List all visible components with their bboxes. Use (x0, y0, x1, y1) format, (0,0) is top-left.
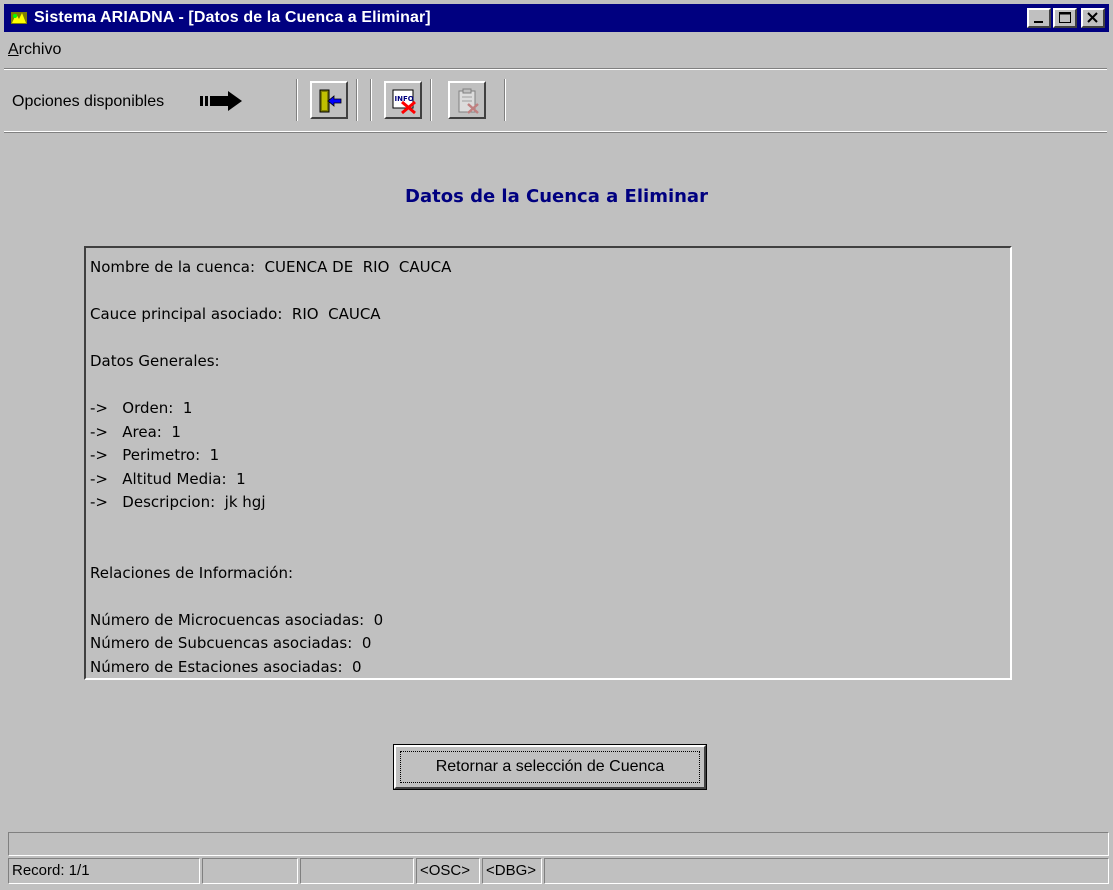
menu-bar: Archivo (4, 36, 1109, 64)
svg-text:INFO: INFO (395, 95, 414, 103)
details-line: Cauce principal asociado: RIO CAUCA (90, 305, 381, 323)
toolbar-separator (296, 79, 298, 121)
clipboard-delete-button[interactable] (448, 81, 486, 119)
status-dbg: <DBG> (482, 858, 542, 884)
details-blank-line (90, 585, 1006, 609)
details-line: -> Descripcion: jk hgj (90, 493, 266, 511)
details-line: Datos Generales: (90, 352, 220, 370)
menu-archivo-accel: A (8, 41, 19, 58)
status-cell-empty (300, 858, 414, 884)
details-line: Nombre de la cuenca: CUENCA DE RIO CAUCA (90, 258, 452, 276)
status-cell-empty (202, 858, 298, 884)
clipboard-delete-icon (458, 88, 479, 114)
status-bar: Record: 1/1 <OSC> <DBG> (8, 858, 1109, 886)
page-title: Datos de la Cuenca a Eliminar (405, 186, 708, 207)
title-bar[interactable]: Sistema ARIADNA - [Datos de la Cuenca a … (4, 4, 1109, 32)
status-record: Record: 1/1 (8, 858, 200, 884)
message-line (8, 832, 1109, 856)
details-line: -> Area: 1 (90, 422, 181, 441)
return-to-selection-button[interactable]: Retornar a selección de Cuenca (393, 744, 707, 790)
details-line: Relaciones de Información: (90, 563, 294, 582)
toolbar-separator (356, 79, 358, 121)
details-blank-line (90, 515, 1006, 539)
details-blank-line (90, 374, 1006, 398)
toolbar-separator (504, 79, 506, 121)
details-line: Número de Microcuencas asociadas: 0 (90, 610, 384, 629)
details-line: -> Altitud Media: 1 (90, 469, 246, 488)
maximize-button[interactable] (1053, 8, 1077, 28)
minimize-button[interactable] (1027, 8, 1051, 28)
details-text: Nombre de la cuenca: CUENCA DE RIO CAUCA… (90, 256, 1006, 679)
window-controls (1027, 8, 1105, 28)
toolbar: Opciones disponibles INFO (4, 68, 1107, 132)
menu-archivo-label: rchivo (18, 41, 62, 58)
details-blank-line (90, 327, 1006, 351)
minimize-icon (1034, 21, 1043, 23)
status-osc: <OSC> (416, 858, 480, 884)
window-title: Sistema ARIADNA - [Datos de la Cuenca a … (34, 9, 431, 26)
details-blank-line (90, 538, 1006, 562)
details-blank-line (90, 280, 1006, 304)
maximize-icon (1059, 12, 1071, 23)
details-textarea[interactable]: Nombre de la cuenca: CUENCA DE RIO CAUCA… (84, 246, 1012, 680)
app-logo-icon (10, 9, 28, 27)
details-line: Número de Subcuencas asociadas: 0 (90, 634, 372, 652)
details-line: -> Perimetro: 1 (90, 446, 220, 464)
close-icon (1087, 12, 1098, 23)
status-cell-empty (544, 858, 1109, 884)
exit-icon (319, 89, 342, 113)
app-window: Sistema ARIADNA - [Datos de la Cuenca a … (0, 0, 1113, 890)
info-delete-icon: INFO (392, 89, 416, 115)
menu-archivo[interactable]: Archivo (4, 41, 65, 59)
toolbar-separator (370, 79, 372, 121)
info-delete-button[interactable]: INFO (384, 81, 422, 119)
details-line: Número de Estaciones asociadas: 0 (90, 657, 362, 676)
arrow-right-icon (198, 91, 250, 111)
toolbar-separator (430, 79, 432, 121)
details-line: -> Orden: 1 (90, 399, 193, 417)
close-button[interactable] (1081, 8, 1105, 28)
exit-button[interactable] (310, 81, 348, 119)
return-button-label: Retornar a selección de Cuenca (400, 751, 700, 783)
options-label: Opciones disponibles (12, 93, 165, 110)
